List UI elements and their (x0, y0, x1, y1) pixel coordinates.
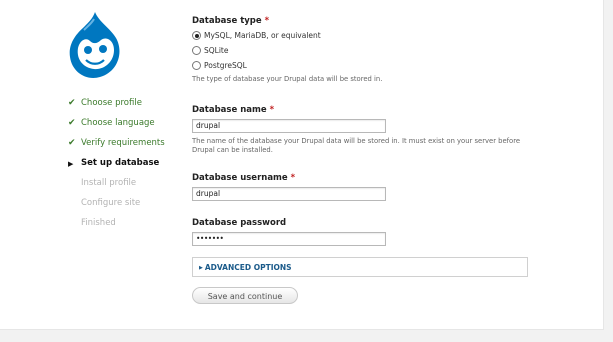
database-form: Database type * MySQL, MariaDB, or equiv… (192, 16, 532, 246)
step-label: Install profile (81, 178, 137, 188)
step-set-up-database: ▶ Set up database (68, 156, 188, 176)
drupal-drop-icon (69, 12, 120, 78)
step-label: Choose profile (81, 98, 142, 108)
db-username-group: Database username * drupal (192, 173, 532, 201)
radio-mysql[interactable]: MySQL, MariaDB, or equivalent (192, 30, 532, 41)
install-steps: ✔ Choose profile ✔ Choose language ✔ Ver… (68, 96, 188, 236)
db-type-options: MySQL, MariaDB, or equivalent SQLite Pos… (192, 30, 532, 71)
radio-sqlite[interactable]: SQLite (192, 45, 532, 56)
step-choose-profile: ✔ Choose profile (68, 96, 188, 116)
db-name-description: The name of the database your Drupal dat… (192, 136, 521, 155)
required-marker: * (264, 16, 270, 26)
db-password-input[interactable]: ••••••• (192, 231, 386, 246)
check-icon: ✔ (68, 98, 76, 108)
step-finished: Finished (68, 216, 188, 236)
radio-postgresql[interactable]: PostgreSQL (192, 60, 532, 71)
radio-label: SQLite (204, 46, 229, 55)
save-and-continue-button[interactable]: Save and continue (192, 287, 298, 304)
step-install-profile: Install profile (68, 176, 188, 196)
db-type-description: The type of database your Drupal data wi… (192, 75, 383, 83)
drupal-logo (66, 10, 124, 80)
db-password-label: Database password (192, 217, 287, 228)
triangle-right-icon: ▶ (199, 265, 203, 271)
step-label: Finished (81, 218, 116, 228)
radio-empty-icon[interactable] (192, 46, 201, 55)
db-password-group: Database password ••••••• (192, 218, 532, 246)
advanced-options-toggle[interactable]: ▶ ADVANCED OPTIONS (192, 257, 528, 277)
step-label: Configure site (81, 198, 141, 208)
check-icon: ✔ (68, 118, 76, 128)
step-configure-site: Configure site (68, 196, 188, 216)
required-marker: * (269, 104, 275, 115)
radio-selected-icon[interactable] (192, 31, 201, 40)
db-name-input[interactable]: drupal (192, 118, 386, 133)
radio-label: PostgreSQL (204, 61, 247, 70)
db-type-label: Database type * (192, 16, 270, 26)
check-icon: ✔ (68, 138, 76, 148)
required-marker: * (290, 172, 296, 183)
current-step-arrow-icon: ▶ (68, 160, 74, 168)
db-type-group: Database type * MySQL, MariaDB, or equiv… (192, 16, 532, 85)
installer-page: ✔ Choose profile ✔ Choose language ✔ Ver… (0, 0, 604, 330)
step-label: Set up database (81, 158, 160, 168)
radio-label: MySQL, MariaDB, or equivalent (204, 31, 321, 40)
advanced-options-label: ADVANCED OPTIONS (204, 263, 292, 272)
db-username-label: Database username * (192, 172, 296, 183)
db-username-input[interactable]: drupal (192, 186, 386, 201)
db-name-group: Database name * drupal The name of the d… (192, 105, 532, 156)
step-verify-requirements: ✔ Verify requirements (68, 136, 188, 156)
step-label: Choose language (81, 118, 155, 128)
step-choose-language: ✔ Choose language (68, 116, 188, 136)
step-label: Verify requirements (81, 138, 165, 148)
db-name-label: Database name * (192, 104, 275, 115)
radio-empty-icon[interactable] (192, 61, 201, 70)
